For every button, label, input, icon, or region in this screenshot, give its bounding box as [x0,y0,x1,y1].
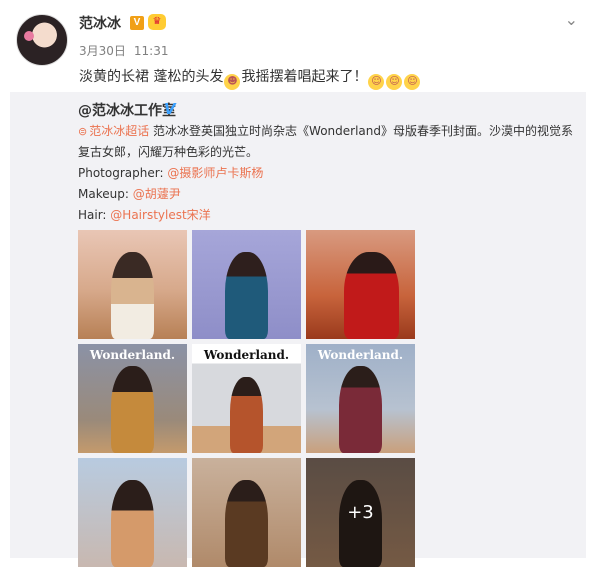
topic-icon: ⊜ [78,125,88,138]
topic-link[interactable]: 范冰冰超话 [89,124,149,138]
photographer-credit: Photographer: @摄影师卢卡斯杨 [78,164,263,182]
photo-thumbnail[interactable] [78,230,187,339]
magazine-cover-thumbnail[interactable]: Wonderland. [192,344,301,453]
repost-body-text: 范冰冰登英国独立时尚杂志《Wonderland》母版春季刊封面。沙漠中的视觉系 [149,124,574,138]
repost-body-line2: 复古女郎，闪耀万种色彩的光芒。 [78,145,259,159]
photographer-label: Photographer: [78,166,168,180]
photo-thumbnail[interactable] [306,230,415,339]
blue-verified-icon: V [164,100,176,118]
photo-thumbnail[interactable] [192,458,301,567]
magazine-title: Wonderland. [89,348,176,362]
repost-body-line1: ⊜ 范冰冰超话 范冰冰登英国独立时尚杂志《Wonderland》母版春季刊封面。沙… [78,122,573,141]
photo-thumbnail[interactable] [192,230,301,339]
post-text-part2: 我摇摆着唱起来了！ [241,69,368,85]
magazine-title: Wonderland. [203,348,290,362]
post-meta: 3月30日 11:31 [79,42,169,59]
hair-credit: Hair: @Hairstylest宋洋 [78,206,211,224]
makeup-label: Makeup: [78,187,133,201]
magazine-cover-thumbnail[interactable]: Wonderland. [78,344,187,453]
repost-card: @范冰冰工作室 V ⊜ 范冰冰超话 范冰冰登英国独立时尚杂志《Wonderland… [10,92,586,567]
post-time: 11:31 [133,44,169,58]
laugh-emoji-icon: ☺ [386,74,403,90]
photo-thumbnail[interactable] [78,458,187,567]
hair-label: Hair: [78,208,111,222]
chevron-down-icon[interactable]: ⌄ [565,10,578,29]
magazine-title: Wonderland. [317,348,404,362]
laugh-emoji-icon: ☺ [368,74,385,90]
laugh-emoji-icon: ☺ [404,74,421,90]
makeup-link[interactable]: @胡蘧尹 [133,187,181,201]
post-date[interactable]: 3月30日 [79,44,126,58]
photo-grid: Wonderland. Wonderland. Wonderland. +3 [78,230,418,567]
hair-link[interactable]: @Hairstylest宋洋 [110,208,210,222]
singing-emoji-icon: ☻ [224,74,241,90]
magazine-cover-thumbnail[interactable]: Wonderland. [306,344,415,453]
photographer-link[interactable]: @摄影师卢卡斯杨 [167,166,263,180]
photo-thumbnail-more[interactable]: +3 [306,458,415,567]
repost-username[interactable]: @范冰冰工作室 [78,100,176,120]
verified-badge-icon: V [130,16,144,30]
post-text-part1: 淡黄的长裙 蓬松的头发 [79,69,224,85]
vip-icon: ♛ [148,14,166,30]
makeup-credit: Makeup: @胡蘧尹 [78,185,181,203]
avatar[interactable] [16,14,68,66]
post-username[interactable]: 范冰冰 [79,13,121,33]
more-photos-count[interactable]: +3 [306,458,415,567]
post-text: 淡黄的长裙 蓬松的头发 ☻ 我摇摆着唱起来了！ ☺ ☺ ☺ [79,66,421,90]
